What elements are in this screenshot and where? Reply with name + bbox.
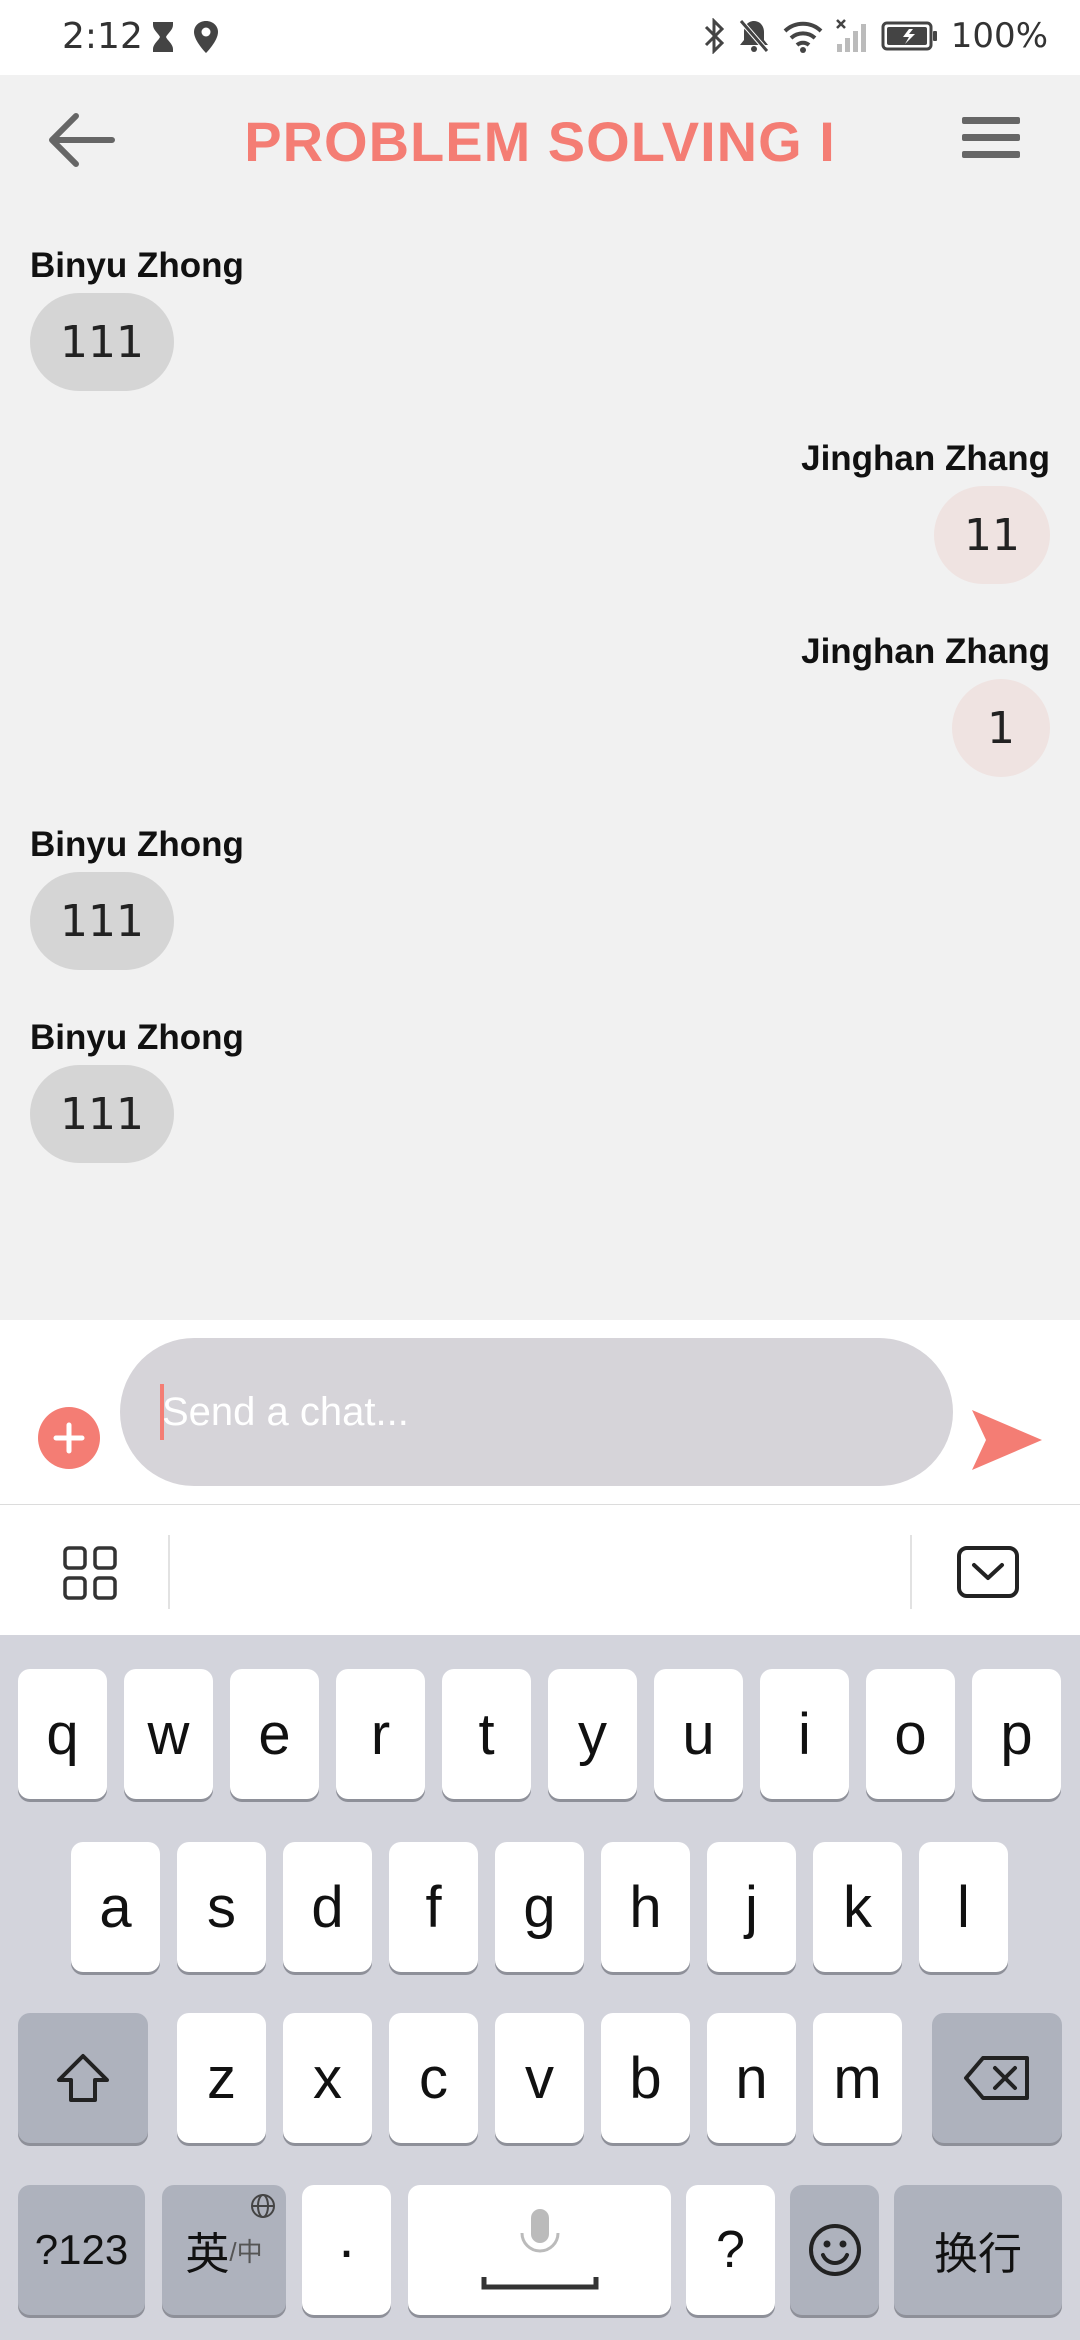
shift-key[interactable] bbox=[18, 2013, 148, 2143]
key-m[interactable]: m bbox=[813, 2013, 902, 2143]
chat-input[interactable] bbox=[120, 1338, 953, 1486]
key-j[interactable]: j bbox=[707, 1842, 796, 1972]
space-key[interactable] bbox=[408, 2185, 671, 2315]
message-bubble: 11 bbox=[934, 486, 1050, 584]
message-sender: Jinghan Zhang bbox=[801, 632, 1050, 671]
send-button[interactable] bbox=[968, 1406, 1044, 1474]
microphone-icon bbox=[481, 2209, 598, 2290]
key-n[interactable]: n bbox=[707, 2013, 796, 2143]
keyboard-hide-icon bbox=[957, 1546, 1019, 1598]
location-icon bbox=[192, 20, 220, 59]
key-l[interactable]: l bbox=[919, 1842, 1008, 1972]
backspace-key[interactable] bbox=[932, 2013, 1062, 2143]
language-key-sublabel: /中 bbox=[229, 2236, 263, 2267]
key-k[interactable]: k bbox=[813, 1842, 902, 1972]
key-i[interactable]: i bbox=[760, 1669, 849, 1799]
battery-icon bbox=[881, 21, 939, 51]
key-g[interactable]: g bbox=[495, 1842, 584, 1972]
message-composer bbox=[0, 1320, 1080, 1505]
wifi-icon bbox=[783, 19, 823, 53]
text-cursor bbox=[160, 1384, 164, 1440]
message-sender: Jinghan Zhang bbox=[801, 439, 1050, 478]
divider bbox=[168, 1535, 170, 1609]
key-w[interactable]: w bbox=[124, 1669, 213, 1799]
key-e[interactable]: e bbox=[230, 1669, 319, 1799]
menu-button[interactable] bbox=[960, 113, 1040, 173]
key-y[interactable]: y bbox=[548, 1669, 637, 1799]
language-key-label: 英 bbox=[185, 2230, 230, 2279]
key-h[interactable]: h bbox=[601, 1842, 690, 1972]
chat-message-list[interactable]: Binyu Zhong 111 Jinghan Zhang 11 Jinghan… bbox=[0, 205, 1080, 1320]
key-q[interactable]: q bbox=[18, 1669, 107, 1799]
language-switch-key[interactable]: 英/中 bbox=[162, 2185, 286, 2315]
message-item: Jinghan Zhang 11 bbox=[801, 438, 1050, 584]
emoji-key[interactable] bbox=[790, 2185, 879, 2315]
key-z[interactable]: z bbox=[177, 2013, 266, 2143]
key-o[interactable]: o bbox=[866, 1669, 955, 1799]
app-header: PROBLEM SOLVING I bbox=[0, 75, 1080, 205]
key-f[interactable]: f bbox=[389, 1842, 478, 1972]
key-d[interactable]: d bbox=[283, 1842, 372, 1972]
key-s[interactable]: s bbox=[177, 1842, 266, 1972]
question-key[interactable]: ? bbox=[686, 2185, 775, 2315]
message-bubble: 111 bbox=[30, 293, 174, 391]
add-attachment-button[interactable] bbox=[38, 1407, 100, 1469]
battery-percent: 100% bbox=[950, 16, 1048, 56]
dot-key[interactable]: · bbox=[302, 2185, 391, 2315]
message-sender: Binyu Zhong bbox=[30, 246, 244, 285]
hamburger-menu-icon bbox=[962, 117, 1020, 158]
keyboard-menu-button[interactable] bbox=[62, 1545, 118, 1601]
message-item: Jinghan Zhang 1 bbox=[801, 631, 1050, 777]
status-icons: 100% bbox=[703, 14, 1048, 58]
key-x[interactable]: x bbox=[283, 2013, 372, 2143]
bluetooth-icon bbox=[703, 18, 725, 54]
send-icon bbox=[972, 1410, 1042, 1470]
key-r[interactable]: r bbox=[336, 1669, 425, 1799]
key-p[interactable]: p bbox=[972, 1669, 1061, 1799]
divider bbox=[910, 1535, 912, 1609]
message-sender: Binyu Zhong bbox=[30, 1018, 244, 1057]
message-item: Binyu Zhong 111 bbox=[30, 824, 244, 970]
page-title: PROBLEM SOLVING I bbox=[244, 110, 836, 173]
key-a[interactable]: a bbox=[71, 1842, 160, 1972]
grid-icon bbox=[63, 1546, 117, 1600]
on-screen-keyboard: q w e r t y u i o p a s d f g h j k l z … bbox=[0, 1635, 1080, 2340]
key-u[interactable]: u bbox=[654, 1669, 743, 1799]
keyboard-toolbar bbox=[0, 1505, 1080, 1635]
status-time: 2:12 bbox=[62, 16, 143, 57]
message-item: Binyu Zhong 111 bbox=[30, 1017, 244, 1163]
numbers-key[interactable]: ?123 bbox=[18, 2185, 145, 2315]
key-b[interactable]: b bbox=[601, 2013, 690, 2143]
key-t[interactable]: t bbox=[442, 1669, 531, 1799]
notifications-off-icon bbox=[737, 18, 771, 54]
key-v[interactable]: v bbox=[495, 2013, 584, 2143]
key-c[interactable]: c bbox=[389, 2013, 478, 2143]
message-sender: Binyu Zhong bbox=[30, 825, 244, 864]
emoji-icon bbox=[808, 2224, 861, 2276]
message-bubble: 111 bbox=[30, 1065, 174, 1163]
globe-icon bbox=[251, 2194, 275, 2218]
shift-icon bbox=[57, 2054, 109, 2102]
signal-icon bbox=[835, 18, 869, 54]
status-bar: 2:12 100% bbox=[0, 0, 1080, 75]
backspace-icon bbox=[964, 2056, 1029, 2100]
hourglass-icon bbox=[150, 20, 176, 59]
message-item: Binyu Zhong 111 bbox=[30, 245, 244, 391]
message-bubble: 1 bbox=[952, 679, 1050, 777]
message-bubble: 111 bbox=[30, 872, 174, 970]
enter-key[interactable]: 换行 bbox=[894, 2185, 1062, 2315]
hide-keyboard-button[interactable] bbox=[956, 1545, 1020, 1599]
plus-icon bbox=[53, 1422, 85, 1454]
